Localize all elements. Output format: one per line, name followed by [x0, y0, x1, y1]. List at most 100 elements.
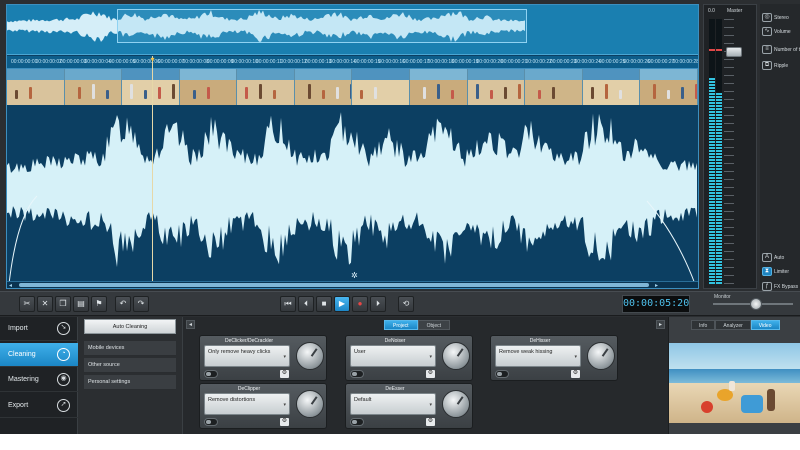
effect-amount-knob[interactable] — [587, 342, 615, 370]
stop-button[interactable]: ■ — [316, 296, 332, 312]
master-volume-fader[interactable] — [726, 47, 742, 57]
zoom-gear-icon[interactable]: ✲ — [351, 271, 358, 280]
master-label: Master — [727, 8, 743, 14]
tab-video[interactable]: Video — [750, 320, 780, 330]
effect-amount-knob[interactable] — [296, 390, 324, 418]
playhead-marker-icon[interactable]: ▾ — [148, 56, 157, 64]
record-icon: ● — [357, 299, 363, 308]
rack-next-icon[interactable]: ▸ — [656, 320, 665, 329]
track-option-ripple[interactable]: ⧉ Ripple — [760, 60, 800, 74]
scrollbar-thumb[interactable] — [19, 283, 649, 287]
copy-button[interactable]: ❐ — [55, 296, 71, 312]
sub-nav-item[interactable]: Personal settings — [84, 375, 176, 390]
nav-item-mastering[interactable]: Mastering ◉ — [0, 368, 78, 392]
preview-panel: Info Analyzer Video — [668, 317, 800, 434]
timeline-ruler[interactable]: 00:00:00:01 00:00:00:02 00:00:00:03 00:00:0… — [7, 56, 698, 69]
effect-amount-knob[interactable] — [296, 342, 324, 370]
effect-settings-icon[interactable]: ⚙ — [280, 418, 289, 426]
transport-bar: ✂ ✕ ❐ ▤ ⚑ ↶ ↷ ⏮ ⏴ ■ ▶ ● ⏵ ⟲ 00:00:05:20 Monitor — [0, 291, 800, 316]
rack-prev-icon[interactable]: ◂ — [186, 320, 195, 329]
effect-preset-value: Remove weak hissing — [499, 349, 553, 355]
undo-button[interactable]: ↶ — [115, 296, 131, 312]
timeline-tick-label: 00:00:00:24 — [574, 59, 601, 65]
meter-fill-left — [709, 77, 715, 284]
nav-item-cleaning[interactable]: Cleaning ◔ — [0, 342, 78, 367]
effect-settings-icon[interactable]: ⚙ — [426, 418, 435, 426]
effect-enable-toggle[interactable] — [204, 370, 218, 378]
video-filmstrip[interactable] — [7, 69, 698, 105]
sub-nav-item[interactable]: Auto Cleaning — [84, 319, 176, 334]
video-preview[interactable] — [669, 343, 800, 423]
scroll-right-icon[interactable]: ▸ — [655, 282, 658, 288]
scroll-left-icon[interactable]: ◂ — [9, 282, 12, 288]
effect-preset-dropdown[interactable]: Default ▾ — [350, 393, 436, 415]
film-frame — [525, 69, 583, 105]
redo-button[interactable]: ↷ — [133, 296, 149, 312]
effect-amount-knob[interactable] — [442, 342, 470, 370]
prev-button[interactable]: ⏴ — [298, 296, 314, 312]
workflow-nav: Import ➘ Cleaning ◔ Mastering ◉ Export ➚ — [0, 317, 78, 434]
effect-amount-knob[interactable] — [442, 390, 470, 418]
effect-enable-toggle[interactable] — [350, 418, 364, 426]
track-option-auto[interactable]: A Auto — [760, 252, 800, 266]
tab-object[interactable]: Object — [417, 320, 451, 330]
effect-preset-dropdown[interactable]: Remove weak hissing ▾ — [495, 345, 581, 367]
skip-start-button[interactable]: ⏮ — [280, 296, 296, 312]
record-button[interactable]: ● — [352, 296, 368, 312]
cut-button[interactable]: ✂ — [19, 296, 35, 312]
effect-settings-icon[interactable]: ⚙ — [426, 370, 435, 378]
waveform-editor[interactable]: 00:00:00:01 00:00:00:02 00:00:00:03 00:00:0… — [6, 4, 699, 289]
effect-preset-dropdown[interactable]: User ▾ — [350, 345, 436, 367]
waveform-track[interactable] — [7, 106, 698, 286]
nav-item-import[interactable]: Import ➘ — [0, 317, 78, 341]
tab-analyzer[interactable]: Analyzer — [715, 320, 751, 330]
track-option-tracks[interactable]: ≡Number of tracks — [760, 44, 800, 58]
film-frame — [352, 69, 411, 105]
next-icon: ⏵ — [376, 299, 380, 308]
loop-icon: ⟲ — [402, 299, 410, 308]
track-option-label: Limiter — [774, 269, 790, 275]
chevron-down-icon: ▾ — [574, 354, 577, 360]
effect-preset-dropdown[interactable]: Only remove heavy clicks ▾ — [204, 345, 290, 367]
marker-button[interactable]: ⚑ — [91, 296, 107, 312]
sub-nav-item[interactable]: Other source — [84, 358, 176, 373]
film-frame — [7, 69, 65, 105]
horizontal-scrollbar[interactable]: ◂ ▸ — [7, 281, 698, 288]
nav-item-export[interactable]: Export ➚ — [0, 394, 78, 418]
overview-viewport-frame[interactable] — [117, 9, 527, 43]
meter-fill-right — [716, 93, 722, 284]
effect-enable-toggle[interactable] — [350, 370, 364, 378]
scope-tabs: Project Object — [384, 320, 451, 330]
effect-enable-toggle[interactable] — [204, 418, 218, 426]
ripple-icon: ⧉ — [762, 61, 772, 70]
track-option-stereo[interactable]: ◎ Stereo — [760, 12, 800, 26]
monitor-slider-knob[interactable] — [750, 298, 762, 310]
overview-waveform[interactable] — [7, 5, 698, 55]
sub-nav-label: Personal settings — [88, 379, 131, 385]
playhead-line[interactable] — [152, 56, 153, 286]
delete-button[interactable]: ✕ — [37, 296, 53, 312]
sub-nav-label: Auto Cleaning — [112, 324, 148, 330]
effect-settings-icon[interactable]: ⚙ — [280, 370, 289, 378]
track-option-label: Stereo — [774, 15, 789, 21]
effect-settings-icon[interactable]: ⚙ — [571, 370, 580, 378]
paste-button[interactable]: ▤ — [73, 296, 89, 312]
film-frame — [237, 69, 295, 105]
effect-title: DeClicker/DeCrackler — [224, 338, 274, 344]
loop-button[interactable]: ⟲ — [398, 296, 414, 312]
film-frame — [410, 69, 468, 105]
tab-info[interactable]: Info — [691, 320, 716, 330]
preview-sky — [669, 343, 800, 369]
track-option-label: Volume — [774, 29, 791, 35]
track-option-label: Number of tracks — [774, 47, 800, 53]
volume-curve-icon: ∿ — [762, 27, 772, 36]
play-button[interactable]: ▶ — [334, 296, 350, 312]
effect-preset-dropdown[interactable]: Remove distortions ▾ — [204, 393, 290, 415]
effect-preset-value: Default — [354, 397, 372, 403]
track-option-volume-curve[interactable]: ∿ Volume — [760, 26, 800, 40]
track-option-limiter[interactable]: ⧗ Limiter — [760, 266, 800, 280]
sub-nav-item[interactable]: Mobile devices — [84, 341, 176, 356]
tab-project[interactable]: Project — [384, 320, 418, 330]
effect-enable-toggle[interactable] — [495, 370, 509, 378]
next-button[interactable]: ⏵ — [370, 296, 386, 312]
